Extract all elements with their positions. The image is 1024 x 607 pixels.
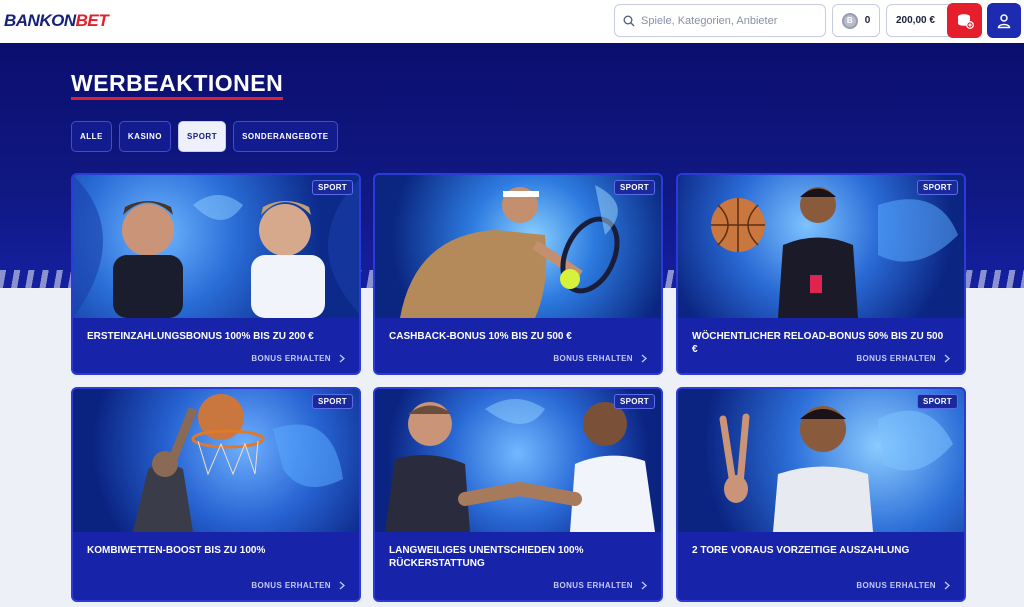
promo-title: 2 TORE VORAUS VORZEITIGE AUSZAHLUNG (692, 545, 910, 556)
chevron-right-icon (339, 581, 345, 590)
promo-card-two-goals-ahead[interactable]: SPORT 2 TORE VORAUS VORZEITIGE AUSZAHLUN… (676, 387, 966, 602)
category-badge: SPORT (613, 394, 655, 409)
promo-card-first-deposit[interactable]: SPORT ERSTEINZAHLUNGSBONUS 100% BIS ZU 2… (71, 173, 361, 375)
promo-image-tennis-player: SPORT (375, 175, 661, 318)
promo-card-draw-refund[interactable]: SPORT LANGWEILIGES UNENTSCHIEDEN 100% RÜ… (373, 387, 663, 602)
chevron-right-icon (641, 581, 647, 590)
claim-bonus-label: BONUS ERHALTEN (251, 581, 331, 590)
chevron-right-icon (339, 354, 345, 363)
tab-special-offers[interactable]: SONDERANGEBOTE (233, 121, 338, 152)
promo-title: LANGWEILIGES UNENTSCHIEDEN 100% RÜCKERST… (389, 545, 584, 569)
category-badge: SPORT (613, 180, 655, 195)
tab-all[interactable]: ALLE (71, 121, 112, 152)
claim-bonus-link[interactable]: BONUS ERHALTEN (251, 581, 345, 590)
deposit-button[interactable] (947, 3, 982, 38)
top-header: BANKONBET B 0 200,00 € (0, 0, 1024, 43)
promotion-filter-tabs: ALLE KASINO SPORT SONDERANGEBOTE (71, 121, 338, 152)
claim-bonus-label: BONUS ERHALTEN (251, 354, 331, 363)
promo-card-footer: LANGWEILIGES UNENTSCHIEDEN 100% RÜCKERST… (375, 532, 661, 600)
promo-image-basketball-player: SPORT (678, 175, 964, 318)
victory-sign-illustration (719, 406, 953, 532)
tennis-player-illustration (400, 185, 620, 318)
promo-card-footer: 2 TORE VORAUS VORZEITIGE AUSZAHLUNG BONU… (678, 532, 964, 600)
basketball-dunk-illustration (133, 394, 343, 532)
promo-card-footer: ERSTEINZAHLUNGSBONUS 100% BIS ZU 200 € B… (73, 318, 359, 373)
promo-card-footer: WÖCHENTLICHER RELOAD-BONUS 50% BIS ZU 50… (678, 318, 964, 373)
category-badge: SPORT (916, 394, 958, 409)
bonus-coins[interactable]: B 0 (832, 4, 880, 37)
brand-logo[interactable]: BANKONBET (4, 11, 109, 31)
tab-sport[interactable]: SPORT (178, 121, 227, 152)
promo-image-football-players: SPORT (73, 175, 359, 318)
brand-logo-part1: BANKON (4, 11, 76, 30)
promo-image-victory-sign: SPORT (678, 389, 964, 532)
user-icon (997, 13, 1011, 28)
handshake-illustration (385, 399, 655, 532)
category-badge: SPORT (311, 394, 353, 409)
coin-icon: B (841, 12, 858, 29)
claim-bonus-link[interactable]: BONUS ERHALTEN (251, 354, 345, 363)
page-title: WERBEAKTIONEN (71, 70, 284, 100)
promo-card-cashback[interactable]: SPORT CASHBACK-BONUS 10% BIS ZU 500 € BO… (373, 173, 663, 375)
promo-image-handshake: SPORT (375, 389, 661, 532)
chevron-right-icon (944, 354, 950, 363)
promo-title: CASHBACK-BONUS 10% BIS ZU 500 € (389, 331, 572, 342)
category-badge: SPORT (311, 180, 353, 195)
search-box[interactable] (614, 4, 826, 37)
claim-bonus-label: BONUS ERHALTEN (856, 354, 936, 363)
promo-card-footer: KOMBIWETTEN-BOOST BIS ZU 100% BONUS ERHA… (73, 532, 359, 600)
wallet-coins-icon (957, 13, 974, 29)
search-icon (623, 15, 635, 26)
promo-title: KOMBIWETTEN-BOOST BIS ZU 100% (87, 545, 266, 556)
claim-bonus-link[interactable]: BONUS ERHALTEN (553, 581, 647, 590)
chevron-right-icon (944, 581, 950, 590)
basketball-player-illustration (711, 187, 958, 318)
claim-bonus-link[interactable]: BONUS ERHALTEN (856, 581, 950, 590)
search-input[interactable] (641, 14, 811, 27)
promo-title: ERSTEINZAHLUNGSBONUS 100% BIS ZU 200 € (87, 331, 314, 342)
chevron-right-icon (641, 354, 647, 363)
promo-card-footer: CASHBACK-BONUS 10% BIS ZU 500 € BONUS ER… (375, 318, 661, 373)
promo-card-weekly-reload[interactable]: SPORT WÖCHENTLICHER RELOAD-BONUS 50% BIS… (676, 173, 966, 375)
claim-bonus-label: BONUS ERHALTEN (553, 354, 633, 363)
category-badge: SPORT (916, 180, 958, 195)
balance-value: 200,00 € (896, 15, 935, 26)
promo-title: WÖCHENTLICHER RELOAD-BONUS 50% BIS ZU 50… (692, 331, 944, 355)
promo-image-basketball-dunk: SPORT (73, 389, 359, 532)
coin-count: 0 (864, 15, 871, 26)
claim-bonus-label: BONUS ERHALTEN (856, 581, 936, 590)
promo-card-combi-boost[interactable]: SPORT KOMBIWETTEN-BOOST BIS ZU 100% BONU… (71, 387, 361, 602)
claim-bonus-link[interactable]: BONUS ERHALTEN (856, 354, 950, 363)
football-players-illustration (73, 175, 359, 318)
claim-bonus-link[interactable]: BONUS ERHALTEN (553, 354, 647, 363)
account-button[interactable] (987, 3, 1021, 38)
brand-logo-part2: BET (75, 11, 109, 30)
tab-casino[interactable]: KASINO (118, 121, 172, 152)
claim-bonus-label: BONUS ERHALTEN (553, 581, 633, 590)
